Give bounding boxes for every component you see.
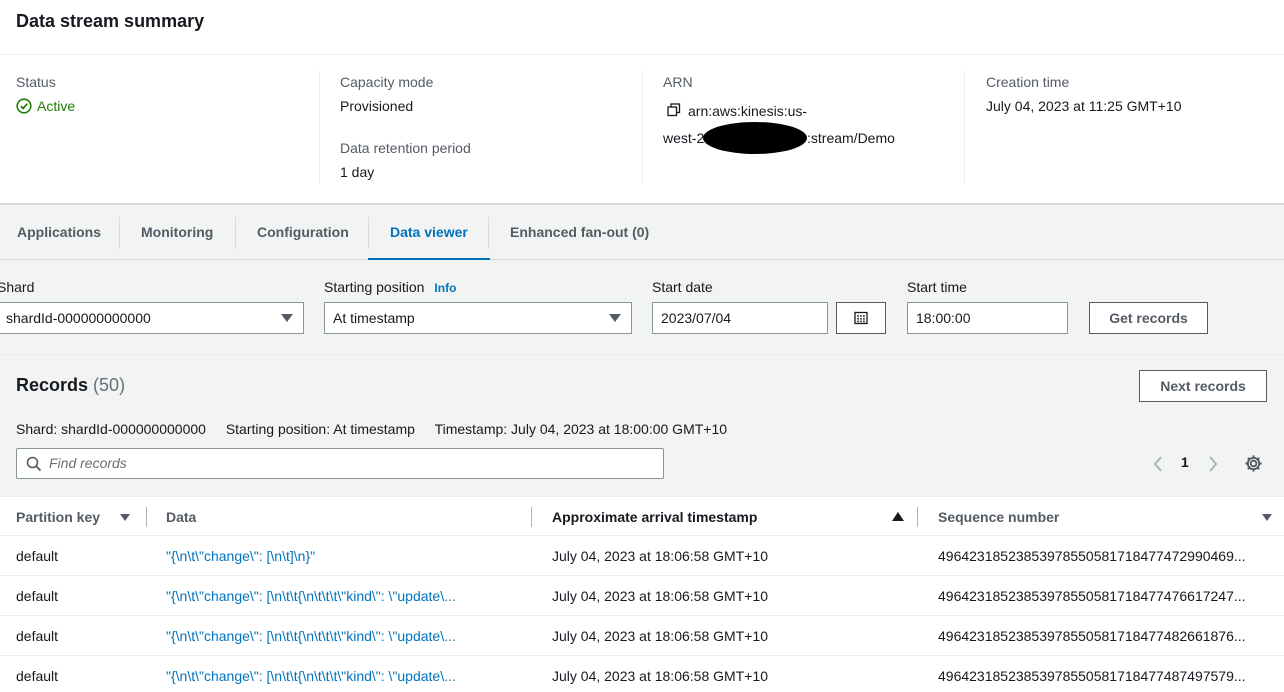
starting-position-label: Starting position Info [324,279,456,295]
summary-header: Data stream summary [0,0,1284,55]
column-divider [642,71,643,183]
meta-shard: Shard: shardId-000000000000 [16,421,206,437]
sort-caret-icon[interactable] [1262,514,1272,521]
meta-starting-position: Starting position: At timestamp [225,421,415,437]
check-circle-icon [16,98,32,114]
records-count: (50) [93,375,126,395]
cell-timestamp: July 04, 2023 at 18:06:58 GMT+10 [552,548,768,564]
arn-value-line2-end: :stream/Demo [807,130,895,146]
cell-data-link[interactable]: "{\n\t\"change\": [\n\t\t{\n\t\t\t\"kind… [166,576,516,616]
cell-sequence-number: 49642318523853978550581718477487497579..… [938,668,1246,684]
table-row: default "{\n\t\"change\": [\n\t\t{\n\t\t… [0,616,1284,656]
start-date-input[interactable]: 2023/07/04 [652,302,828,334]
capacity-mode-label: Capacity mode [340,74,434,90]
starting-position-select-value: At timestamp [333,310,415,326]
calendar-icon [854,311,868,325]
start-time-input[interactable]: 18:00:00 [907,302,1068,334]
cell-partition-key: default [16,548,59,564]
meta-timestamp: Timestamp: July 04, 2023 at 18:00:00 GMT… [434,421,728,437]
cell-timestamp: July 04, 2023 at 18:06:58 GMT+10 [552,628,768,644]
column-header-sequence-number[interactable]: Sequence number [938,497,1059,537]
shard-select-value: shardId-000000000000 [6,310,151,326]
next-records-button[interactable]: Next records [1139,370,1267,402]
search-input[interactable]: Find records [16,448,664,479]
tab-bar: Applications Monitoring Configuration Da… [0,203,1284,261]
records-title: Records [16,375,89,395]
table-row: default "{\n\t\"change\": [\n\t\t{\n\t\t… [0,656,1284,692]
calendar-button[interactable] [836,302,886,334]
arn-label: ARN [663,74,693,90]
arn-value-line1: arn:aws:kinesis:us- [688,103,808,119]
table-row: default "{\n\t\"change\": [\n\t]\n}" Jul… [0,536,1284,576]
cell-timestamp: July 04, 2023 at 18:06:58 GMT+10 [552,588,768,604]
cell-data-link[interactable]: "{\n\t\"change\": [\n\t\t{\n\t\t\t\"kind… [166,616,516,656]
get-records-button[interactable]: Get records [1089,302,1208,334]
column-divider[interactable] [531,507,532,527]
start-date-label: Start date [652,279,713,295]
capacity-mode-value: Provisioned [340,98,414,114]
column-divider [964,71,965,183]
pagination-next-icon[interactable] [1207,455,1219,476]
cell-data-link[interactable]: "{\n\t\"change\": [\n\t\t{\n\t\t\t\"kind… [166,656,516,692]
gear-icon[interactable] [1244,454,1263,476]
caret-down-icon [281,314,293,322]
status-badge: Active [16,98,75,114]
sort-ascending-icon[interactable] [892,512,904,521]
cell-timestamp: July 04, 2023 at 18:06:58 GMT+10 [552,668,768,684]
redaction-mark [703,122,807,154]
starting-position-select[interactable]: At timestamp [324,302,632,334]
shard-label: Shard [0,279,35,295]
tab-applications[interactable]: Applications [17,205,101,260]
retention-value: 1 day [340,164,375,180]
starting-position-label-text: Starting position [324,279,425,295]
cell-data-link[interactable]: "{\n\t\"change\": [\n\t]\n}" [166,536,516,576]
caret-down-icon [609,314,621,322]
cell-partition-key: default [16,628,59,644]
table-row: default "{\n\t\"change\": [\n\t\t{\n\t\t… [0,576,1284,616]
creation-time-label: Creation time [986,74,1070,90]
info-link[interactable]: Info [434,281,456,295]
column-header-data[interactable]: Data [166,497,196,537]
pagination-current-page[interactable]: 1 [1181,454,1189,470]
tab-divider [235,217,236,249]
status-label: Status [16,74,56,90]
tab-enhanced-fan-out[interactable]: Enhanced fan-out (0) [510,205,649,260]
arn-value-line2-start: west-2 [663,130,705,146]
cell-partition-key: default [16,668,59,684]
retention-label: Data retention period [340,140,471,156]
tab-divider [488,217,489,249]
summary-details: Status Active Capacity mode Provisioned … [0,55,1284,203]
search-icon [26,456,42,472]
pagination-prev-icon[interactable] [1152,455,1164,476]
records-heading: Records (50) [16,375,125,396]
tab-data-viewer[interactable]: Data viewer [368,205,490,261]
shard-select[interactable]: shardId-000000000000 [0,302,304,334]
column-header-partition-key[interactable]: Partition key [16,497,100,537]
records-panel: Records (50) Next records Shard: shardId… [0,355,1284,692]
page-title: Data stream summary [16,11,205,31]
tab-configuration[interactable]: Configuration [257,205,349,260]
search-placeholder: Find records [49,455,127,471]
tab-divider [119,217,120,249]
creation-time-value: July 04, 2023 at 11:25 GMT+10 [986,98,1182,114]
records-table: Partition key Data Approximate arrival t… [0,496,1284,692]
sort-caret-icon[interactable] [120,514,130,521]
column-header-timestamp[interactable]: Approximate arrival timestamp [552,497,757,537]
copy-icon[interactable] [667,103,681,120]
cell-sequence-number: 49642318523853978550581718477476617247..… [938,588,1246,604]
cell-sequence-number: 49642318523853978550581718477482661876..… [938,628,1246,644]
cell-sequence-number: 49642318523853978550581718477472990469..… [938,548,1246,564]
column-divider[interactable] [917,507,918,527]
column-divider[interactable] [146,507,147,527]
status-value: Active [37,98,76,114]
table-header: Partition key Data Approximate arrival t… [0,496,1284,536]
records-meta: Shard: shardId-000000000000 Starting pos… [16,421,743,437]
start-time-label: Start time [907,279,967,295]
record-filters: Shard shardId-000000000000 Starting posi… [0,260,1284,355]
tab-monitoring[interactable]: Monitoring [141,205,213,260]
cell-partition-key: default [16,588,59,604]
tab-divider [368,217,369,249]
column-divider [319,71,320,183]
